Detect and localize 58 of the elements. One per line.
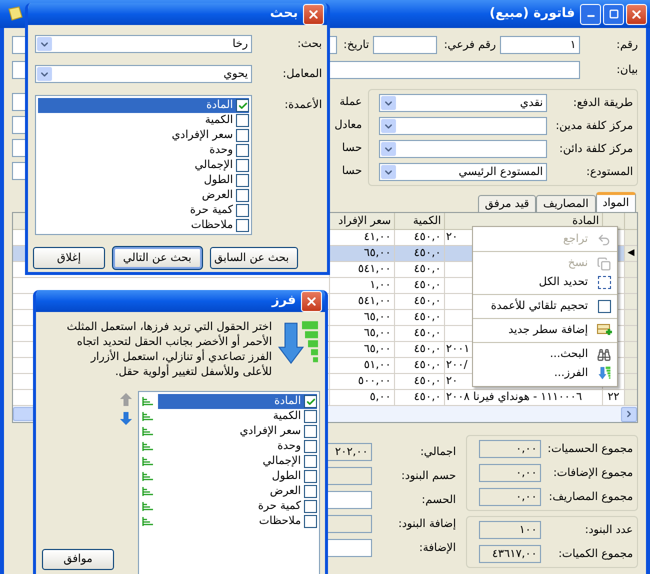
table-cell: ٢٠٠١ xyxy=(446,342,470,357)
table-cell-text: ٥١,٠٠ xyxy=(364,357,391,374)
field-label: رقم: xyxy=(615,36,638,53)
field-label: مجموع المصاريف: xyxy=(548,488,633,505)
table-cell: ٢٠ xyxy=(446,374,458,389)
field-label: بحث: xyxy=(296,36,322,52)
table-cell-text: ٥٠٠,٠٠ xyxy=(358,373,391,390)
table-cell: ٢٠ xyxy=(446,230,458,245)
table-cell-text: ٤٥٠,٠ xyxy=(414,261,441,278)
field-label: معادل xyxy=(334,116,362,133)
field-label: الحسم: xyxy=(420,492,456,508)
table-cell: ٢٠٠/ xyxy=(446,358,468,373)
table-cell-text: ٦٥,٠٠ xyxy=(364,245,391,262)
table-cell-text: ٦٥,٠٠ xyxy=(364,309,391,326)
window-title: فاتورة (مبيع) xyxy=(488,5,576,24)
current-row-marker: ◀ xyxy=(628,249,634,258)
field-label: المعامل: xyxy=(282,66,322,82)
window-title: بحث xyxy=(268,5,299,24)
table-cell-text: ٥,٠٠ xyxy=(370,389,391,406)
table-cell-text: ٤٥٠,٠ xyxy=(414,357,441,374)
field-label: رقم فرعي: xyxy=(442,36,496,53)
table-cell-text: ٤٥٠,٠ xyxy=(414,309,441,326)
table-cell-text: ٤٥٠,٠ xyxy=(414,325,441,342)
field-label: حسم البنود: xyxy=(400,468,456,484)
table-cell-text: ٢٢ xyxy=(608,389,620,406)
table-cell-text: ٤٥٠,٠ xyxy=(414,373,441,390)
table-cell-text: ٤٥٠,٠ xyxy=(414,389,441,406)
table-cell-text: ٤١,٠٠ xyxy=(364,229,391,246)
field-label: المستودع: xyxy=(585,164,633,180)
field-label: مجموع الإضافات: xyxy=(552,464,633,481)
table-cell-text: ٤٥٠,٠ xyxy=(414,229,441,246)
table-cell-text: ٤٥٠,٠ xyxy=(414,245,441,262)
field-label: مركز كلفة دائن: xyxy=(558,140,633,157)
field-label: بيان: xyxy=(615,62,638,78)
field-label: مركز كلفة مدين: xyxy=(554,118,633,134)
field-label: الأعمدة: xyxy=(284,96,322,113)
table-cell-text: ٦٥,٠٠ xyxy=(364,341,391,358)
table-cell-text: ١,٠٠ xyxy=(370,277,391,294)
instructions-text: اختر الحقول التي تريد فرزها، استعمل المثلث الأحمر أو الأخضر بجانب الحقل لتحديد اتجاه الفرز تصاعدي أو تنازلي، استعمل الأزرار للأعلى وللأسفل لتغيير أولوية حقل. xyxy=(66,319,272,379)
field-label: عملة xyxy=(338,94,362,110)
field-label: مجموع الحسميات: xyxy=(546,440,633,457)
table-cell-text: ٥٤١,٠٠ xyxy=(358,293,391,310)
field-label: حسا xyxy=(341,162,362,179)
field-label: إضافة البنود: xyxy=(397,516,456,532)
field-label: اجمالي: xyxy=(419,444,456,460)
field-label: طريقة الدفع: xyxy=(572,94,633,111)
table-cell-text: ٦٥,٠٠ xyxy=(364,325,391,342)
field-label: عدد البنود: xyxy=(584,522,633,538)
field-label: الإضافة: xyxy=(418,540,456,556)
field-label: حسا xyxy=(341,140,362,156)
field-label: تاريخ: xyxy=(342,36,369,53)
table-cell-text: ٥٤١,٠٠ xyxy=(358,261,391,278)
table-cell-text: ٤٥٠,٠ xyxy=(414,277,441,294)
table-cell-text: ٤٥٠,٠ xyxy=(414,293,441,310)
table-cell-text: ٤٥٠,٠ xyxy=(414,341,441,358)
table-cell: ١١١٠٠٠٦ - هونداي فيرنا ٢٠٠٨ xyxy=(446,390,582,405)
field-label: مجموع الكميات: xyxy=(557,546,633,562)
window-title: فرز xyxy=(270,292,297,310)
